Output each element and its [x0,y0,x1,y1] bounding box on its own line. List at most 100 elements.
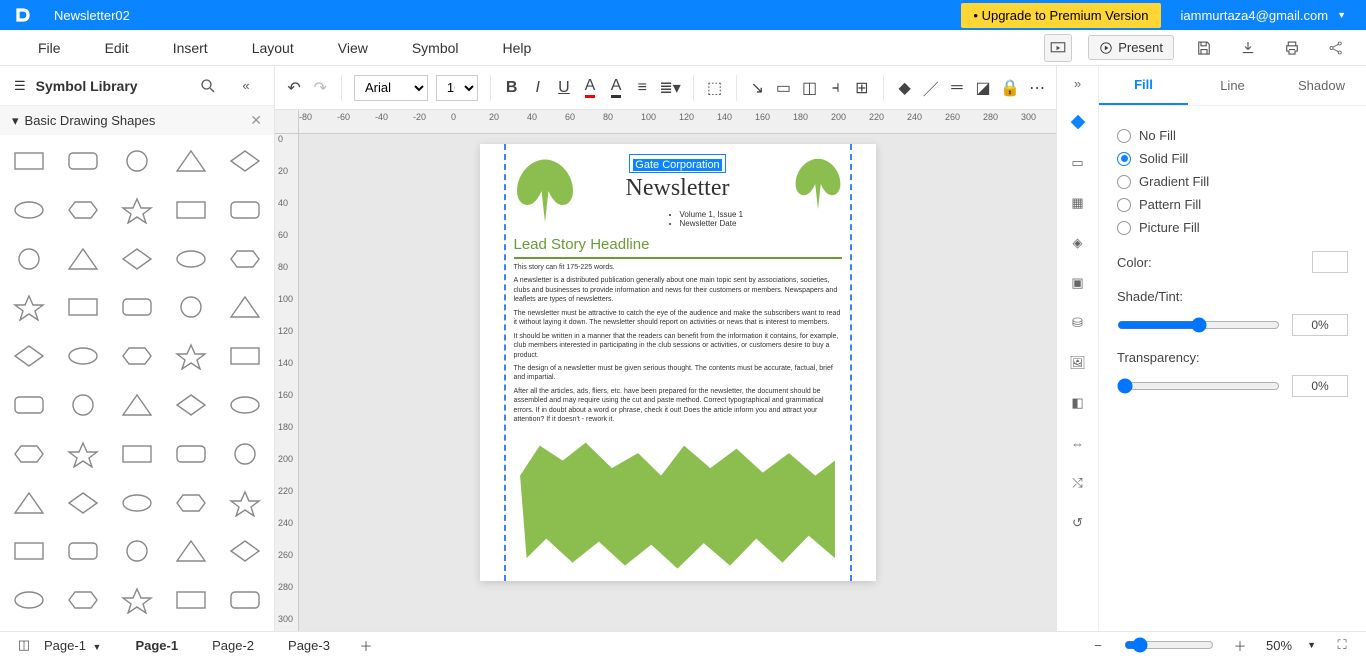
shape-item[interactable] [4,483,54,523]
tab-shadow[interactable]: Shadow [1277,66,1366,105]
shape-item[interactable] [220,239,270,279]
present-button[interactable]: Present [1088,35,1174,60]
shape-item[interactable] [220,483,270,523]
transparency-value[interactable]: 0% [1292,375,1348,397]
shape-item[interactable] [166,531,216,571]
shape-item[interactable] [4,190,54,230]
shape-item[interactable] [4,336,54,376]
lead-headline[interactable]: Lead Story Headline [514,236,842,259]
zoom-out-icon[interactable]: − [1084,631,1112,659]
shape-item[interactable] [166,239,216,279]
body-paragraph[interactable]: It should be written in a manner that th… [514,332,842,360]
menu-layout[interactable]: Layout [230,40,316,56]
shape-item[interactable] [112,287,162,327]
shape-item[interactable] [58,531,108,571]
database-icon[interactable]: ⛁ [1067,312,1089,334]
shape-item[interactable] [58,190,108,230]
page-layout-icon[interactable]: ◫ [10,631,38,659]
fullscreen-icon[interactable]: ⛶ [1328,631,1356,659]
account-menu[interactable]: iammurtaza4@gmail.com▼ [1181,8,1347,23]
transparency-slider[interactable] [1117,378,1280,394]
meta-bullet[interactable]: Newsletter Date [680,219,842,228]
shape-item[interactable] [112,483,162,523]
shape-item[interactable] [220,580,270,620]
zoom-slider[interactable] [1124,637,1214,653]
shade-slider[interactable] [1117,317,1280,333]
shape-item[interactable] [4,239,54,279]
leaf-graphic[interactable] [790,156,846,212]
shape-item[interactable] [166,385,216,425]
shape-item[interactable] [4,287,54,327]
app-logo[interactable] [0,0,46,30]
menu-edit[interactable]: Edit [83,40,151,56]
spacing-tool-icon[interactable]: ⇔ [1067,432,1089,454]
redo-icon[interactable]: ↷ [311,75,329,101]
shape-item[interactable] [112,190,162,230]
underline-icon[interactable]: U [555,75,573,101]
shape-item[interactable] [220,190,270,230]
body-paragraph[interactable]: This story can fit 175-225 words. [514,263,842,272]
shape-item[interactable] [58,141,108,181]
page-document[interactable]: Gate Corporation Newsletter Volume 1, Is… [480,144,876,581]
fill-tool-icon[interactable] [1067,112,1089,134]
print-icon[interactable] [1278,34,1306,62]
layout-tool-icon[interactable]: ◧ [1067,392,1089,414]
line-color-icon[interactable]: ／ [922,75,940,101]
zoom-value[interactable]: 50% [1266,638,1292,653]
fill-option-no-fill[interactable]: No Fill [1117,128,1348,143]
shape-item[interactable] [166,336,216,376]
fill-option-pattern-fill[interactable]: Pattern Fill [1117,197,1348,212]
page-selector[interactable]: Page-1 ▼ [44,638,101,653]
slideshow-icon[interactable] [1044,34,1072,62]
font-select[interactable]: Arial [354,75,428,101]
align-dropdown-icon[interactable]: ≣▾ [659,75,680,101]
shape-item[interactable] [4,434,54,474]
tab-fill[interactable]: Fill [1099,66,1188,105]
shape-item[interactable] [166,580,216,620]
shape-item[interactable] [58,483,108,523]
search-icon[interactable] [194,72,222,100]
menu-file[interactable]: File [16,40,83,56]
upgrade-button[interactable]: • Upgrade to Premium Version [961,3,1160,28]
shape-item[interactable] [220,287,270,327]
collapse-left-icon[interactable]: « [232,72,260,100]
shape-item[interactable] [220,531,270,571]
bold-icon[interactable]: B [503,75,521,101]
shadow-icon[interactable]: ◪ [974,75,992,101]
align-icon[interactable]: ≡ [633,75,651,101]
expand-right-icon[interactable]: » [1067,72,1089,94]
body-paragraph[interactable]: After all the articles, ads, fliers, etc… [514,387,842,425]
close-icon[interactable]: ✕ [250,112,262,129]
zoom-in-icon[interactable]: ＋ [1226,631,1254,659]
menu-view[interactable]: View [316,40,390,56]
font-color-icon[interactable]: A [581,75,599,101]
body-paragraph[interactable]: A newsletter is a distributed publicatio… [514,276,842,304]
shape-item[interactable] [58,580,108,620]
selected-text-box[interactable]: Gate Corporation [629,154,725,173]
canvas[interactable]: Gate Corporation Newsletter Volume 1, Is… [299,134,1056,631]
world-map-graphic[interactable] [514,431,842,581]
shape-tool-icon[interactable]: ▭ [1067,152,1089,174]
shape-item[interactable] [220,385,270,425]
save-icon[interactable] [1190,34,1218,62]
shape-item[interactable] [58,336,108,376]
fill-option-picture-fill[interactable]: Picture Fill [1117,220,1348,235]
present-tool-icon[interactable]: ▣ [1067,272,1089,294]
shape-item[interactable] [112,434,162,474]
tab-line[interactable]: Line [1188,66,1277,105]
menu-insert[interactable]: Insert [151,40,230,56]
menu-symbol[interactable]: Symbol [390,40,481,56]
shapes-section-header[interactable]: ▾ Basic Drawing Shapes ✕ [0,106,274,135]
shape-item[interactable] [4,580,54,620]
font-size-select[interactable]: 16 [436,75,478,101]
page-tab-1[interactable]: Page-1 [127,636,186,655]
leaf-graphic[interactable] [510,156,580,226]
connector-icon[interactable]: ↘ [748,75,766,101]
shape-item[interactable] [112,336,162,376]
shape-item[interactable] [112,239,162,279]
shape-item[interactable] [4,531,54,571]
grid-tool-icon[interactable]: ▦ [1067,192,1089,214]
page-tab-3[interactable]: Page-3 [280,636,338,655]
shape-item[interactable] [166,434,216,474]
body-paragraph[interactable]: The newsletter must be attractive to cat… [514,309,842,328]
